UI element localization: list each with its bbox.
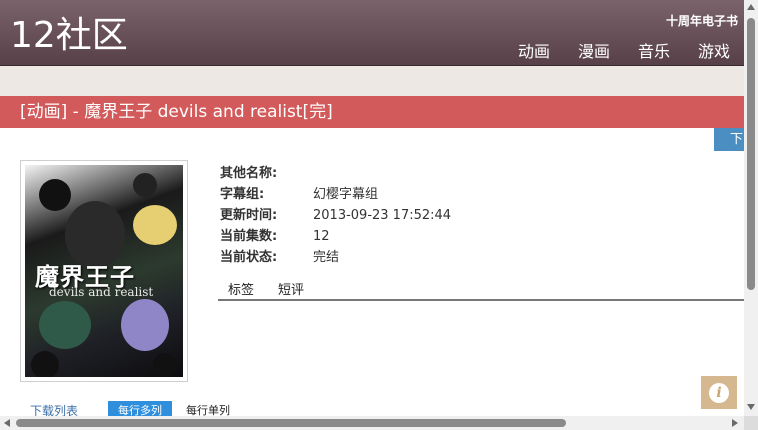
poster-figure-blond: [133, 205, 177, 245]
info-table: 其他名称: 字幕组: 幻樱字幕组 更新时间: 2013-09-23 17:52:…: [220, 163, 451, 268]
tab-reviews[interactable]: 短评: [278, 281, 304, 299]
info-button[interactable]: i: [701, 376, 737, 409]
info-label: 更新时间:: [220, 208, 278, 223]
poster-flower-shape: [31, 351, 59, 377]
nav-item-games[interactable]: 游戏: [698, 38, 730, 62]
poster-flower-shape: [39, 179, 71, 211]
info-value: 完结: [313, 250, 340, 265]
nav-item-manga[interactable]: 漫画: [578, 38, 610, 62]
scroll-down-icon[interactable]: [747, 404, 755, 410]
info-label: 其他名称:: [220, 166, 278, 181]
info-value: 幻樱字幕组: [313, 187, 379, 202]
info-row-other-names: 其他名称:: [220, 163, 451, 184]
info-label: 字幕组:: [220, 187, 265, 202]
detail-tabs: 标签 短评: [218, 281, 744, 301]
scroll-right-icon[interactable]: [732, 419, 738, 427]
poster-image: 魔界王子 devils and realist: [20, 160, 188, 382]
main-nav: 动画 漫画 音乐 游戏: [518, 38, 730, 62]
nav-item-music[interactable]: 音乐: [638, 38, 670, 62]
page-title: [动画] - 魔界王子 devils and realist[完]: [0, 96, 744, 128]
poster-figure-purple: [121, 299, 169, 351]
nav-item-anime[interactable]: 动画: [518, 38, 550, 62]
vertical-scrollbar[interactable]: [744, 0, 758, 416]
scrollbar-corner: [744, 416, 758, 430]
poster-figure-green: [39, 301, 91, 349]
tab-tags[interactable]: 标签: [228, 281, 254, 299]
info-row-status: 当前状态: 完结: [220, 247, 451, 268]
info-icon: i: [709, 382, 729, 403]
info-row-updated: 更新时间: 2013-09-23 17:52:44: [220, 205, 451, 226]
scroll-up-icon[interactable]: [747, 4, 755, 10]
poster-subtitle: devils and realist: [49, 285, 154, 299]
horizontal-scrollbar[interactable]: [0, 416, 744, 430]
site-logo[interactable]: 12社区: [10, 14, 128, 58]
vertical-scroll-thumb[interactable]: [747, 18, 755, 290]
info-label: 当前状态:: [220, 250, 278, 265]
horizontal-scroll-thumb[interactable]: [16, 419, 566, 427]
info-value: 12: [313, 229, 330, 244]
poster-artwork: 魔界王子 devils and realist: [25, 165, 183, 377]
info-row-fansub: 字幕组: 幻樱字幕组: [220, 184, 451, 205]
poster-flower-shape: [133, 173, 157, 197]
info-value: 2013-09-23 17:52:44: [313, 208, 452, 223]
poster-flower-shape: [153, 353, 177, 377]
sub-bar: [0, 66, 744, 96]
info-label: 当前集数:: [220, 229, 278, 244]
download-tab[interactable]: 下: [714, 128, 744, 151]
info-row-episodes: 当前集数: 12: [220, 226, 451, 247]
site-header: 12社区 十周年电子书 动画 漫画 音乐 游戏: [0, 0, 744, 66]
ebook-link[interactable]: 十周年电子书: [666, 12, 738, 29]
scroll-left-icon[interactable]: [4, 419, 10, 427]
